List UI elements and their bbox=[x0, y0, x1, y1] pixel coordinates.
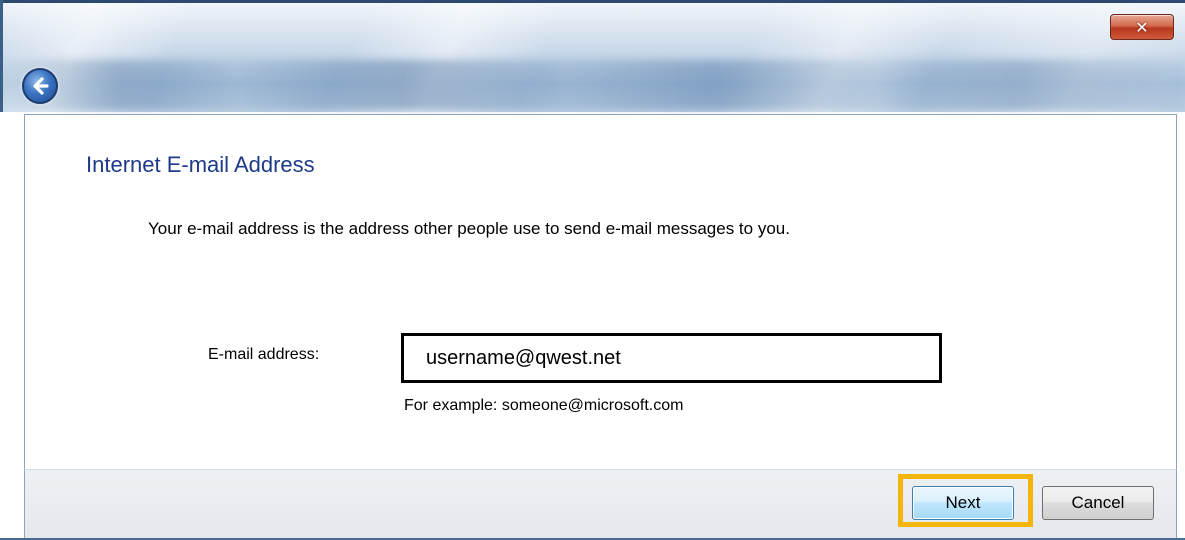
wizard-window: ✕ Internet E-mail Address Your e-mail ad… bbox=[0, 0, 1185, 540]
email-address-input[interactable] bbox=[401, 333, 942, 383]
next-button[interactable]: Next bbox=[912, 486, 1014, 520]
glass-background bbox=[0, 60, 1185, 110]
example-hint: For example: someone@microsoft.com bbox=[404, 397, 684, 414]
back-button[interactable] bbox=[22, 68, 58, 104]
email-address-label: E-mail address: bbox=[208, 346, 320, 363]
back-arrow-icon bbox=[33, 77, 49, 95]
title-bar bbox=[0, 0, 1185, 112]
close-icon: ✕ bbox=[1135, 17, 1149, 37]
description-text: Your e-mail address is the address other… bbox=[148, 219, 790, 238]
cancel-button[interactable]: Cancel bbox=[1042, 486, 1154, 520]
close-button[interactable]: ✕ bbox=[1110, 14, 1174, 40]
page-title: Internet E-mail Address bbox=[86, 152, 315, 177]
